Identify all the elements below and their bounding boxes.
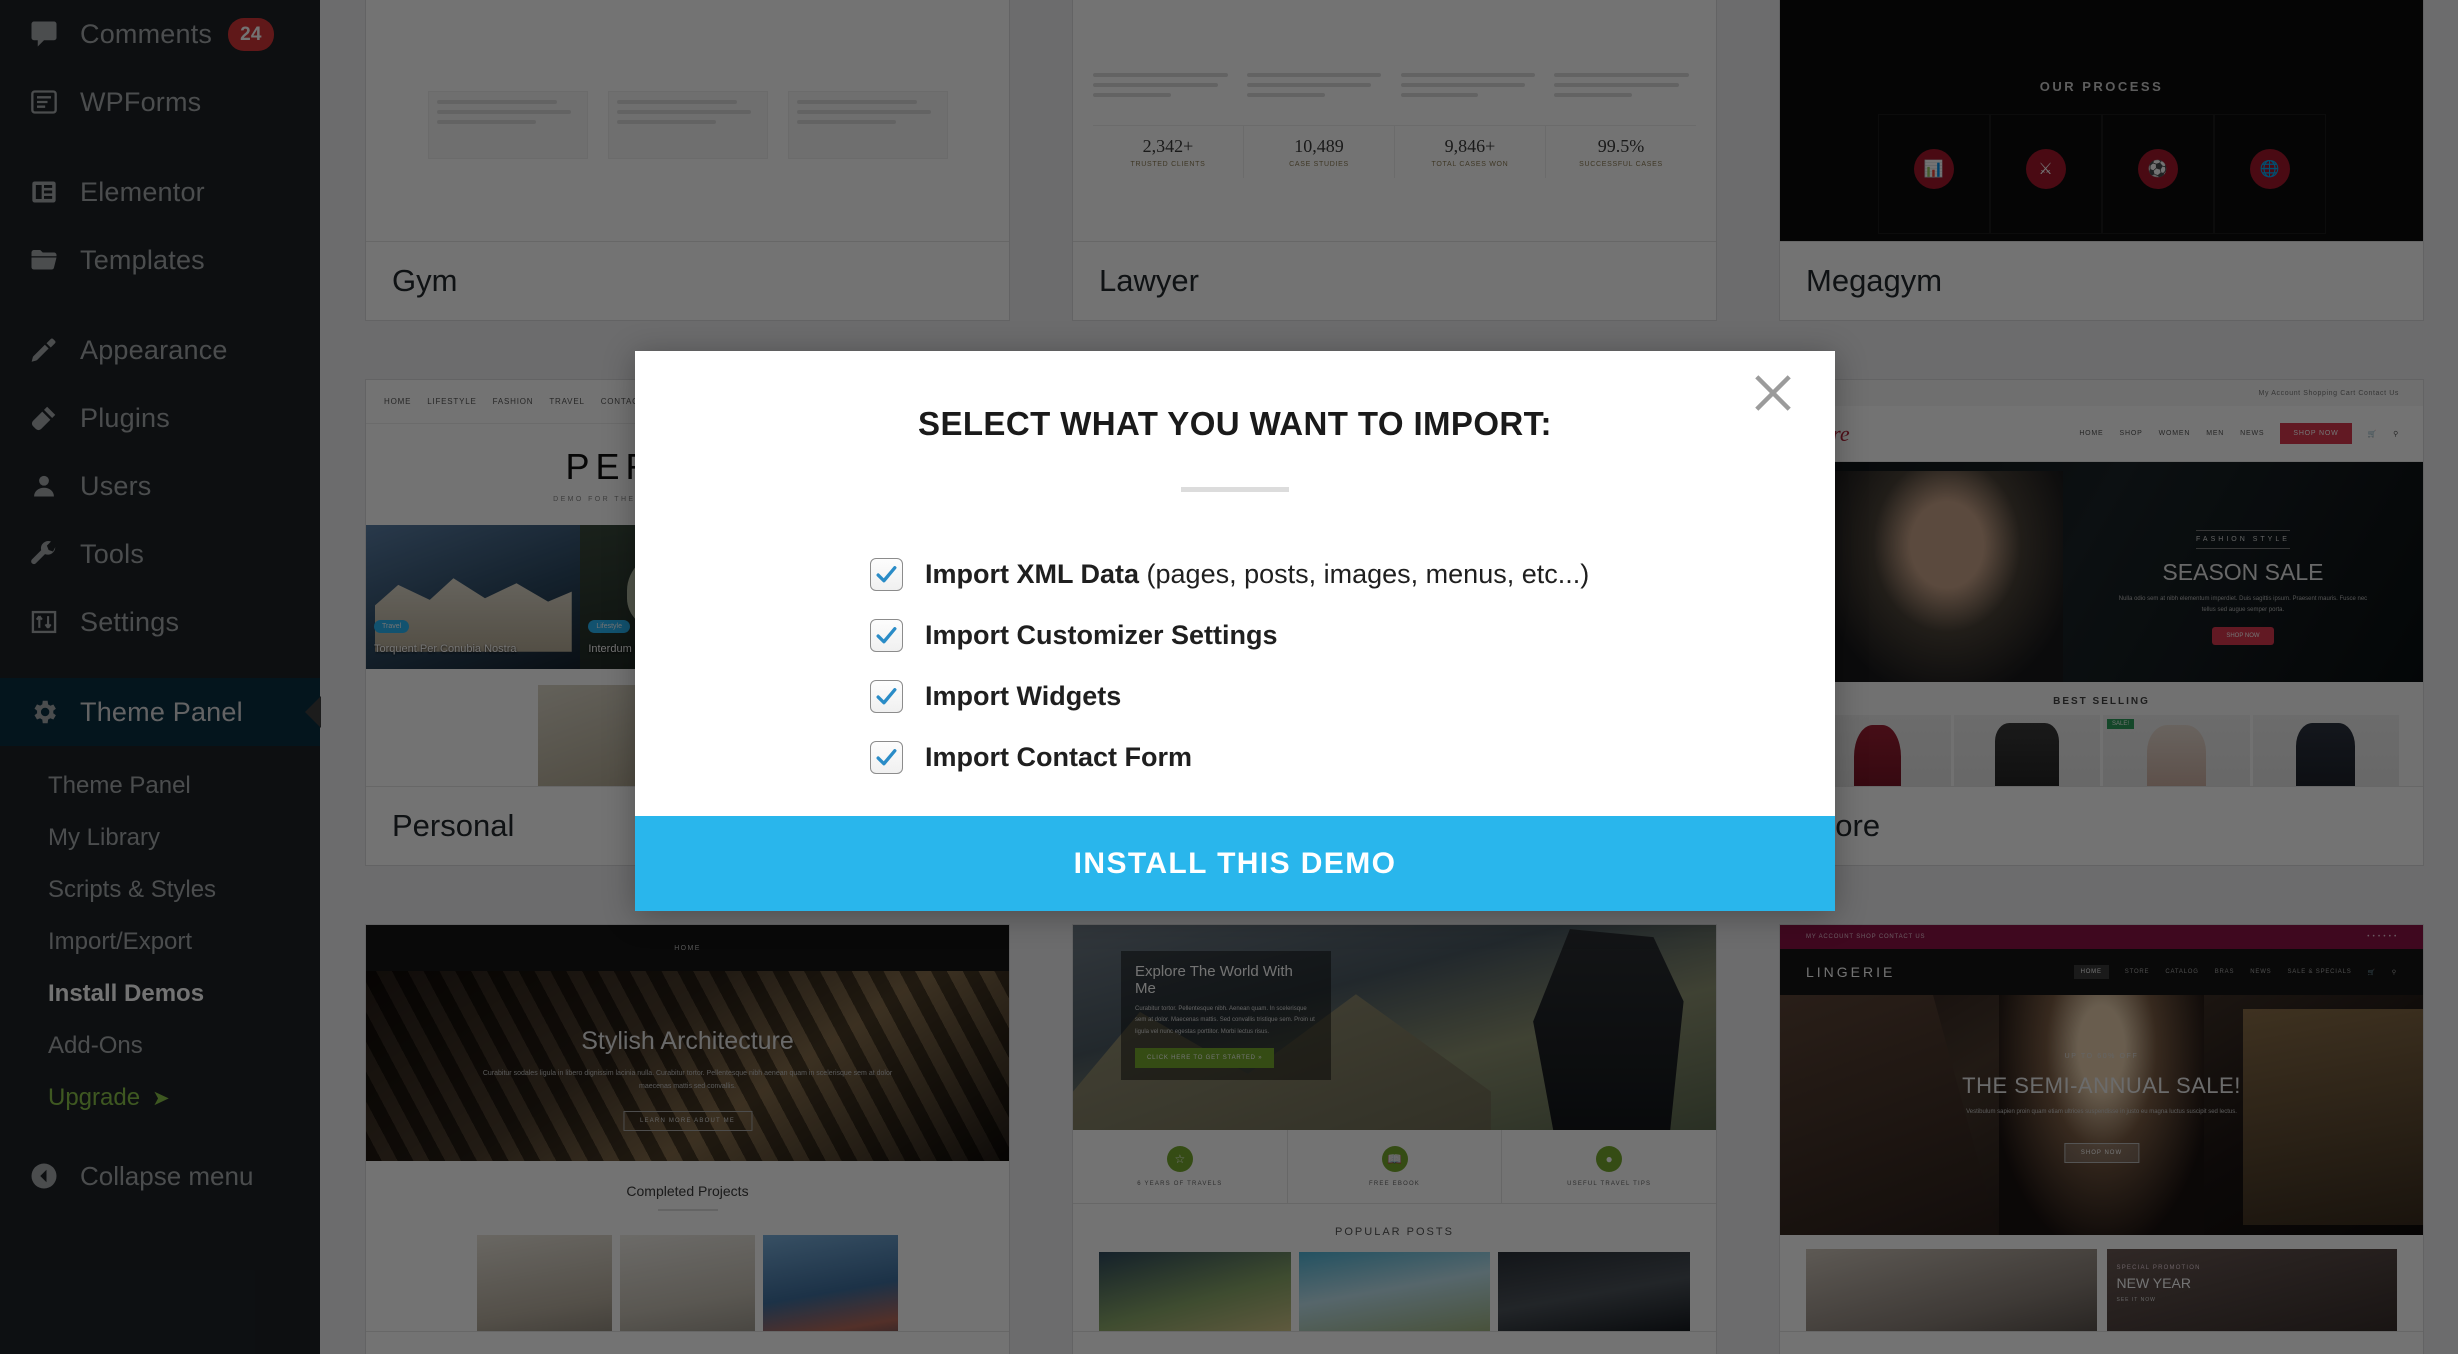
modal-body: SELECT WHAT YOU WANT TO IMPORT: Import X… (635, 351, 1835, 816)
option-import-xml-data[interactable]: Import XML Data (pages, posts, images, m… (870, 558, 1835, 591)
install-this-demo-button[interactable]: INSTALL THIS DEMO (635, 816, 1835, 911)
close-icon[interactable] (1747, 367, 1799, 419)
title-divider (1181, 487, 1289, 492)
checkbox-checked-icon[interactable] (870, 558, 903, 591)
screen: Comments 24 WPForms Elementor Templates (0, 0, 2458, 1354)
option-import-widgets[interactable]: Import Widgets (870, 680, 1835, 713)
option-sublabel: (pages, posts, images, menus, etc...) (1139, 559, 1590, 589)
checkbox-checked-icon[interactable] (870, 680, 903, 713)
option-import-contact-form[interactable]: Import Contact Form (870, 741, 1835, 774)
modal-title: SELECT WHAT YOU WANT TO IMPORT: (918, 405, 1552, 442)
option-label: Import Widgets (925, 681, 1122, 711)
checkbox-checked-icon[interactable] (870, 619, 903, 652)
import-options-list: Import XML Data (pages, posts, images, m… (870, 558, 1835, 774)
option-label: Import Customizer Settings (925, 620, 1278, 650)
import-options-modal: SELECT WHAT YOU WANT TO IMPORT: Import X… (635, 351, 1835, 911)
option-label: Import Contact Form (925, 742, 1192, 772)
checkbox-checked-icon[interactable] (870, 741, 903, 774)
option-import-customizer-settings[interactable]: Import Customizer Settings (870, 619, 1835, 652)
option-label: Import XML Data (925, 559, 1140, 589)
